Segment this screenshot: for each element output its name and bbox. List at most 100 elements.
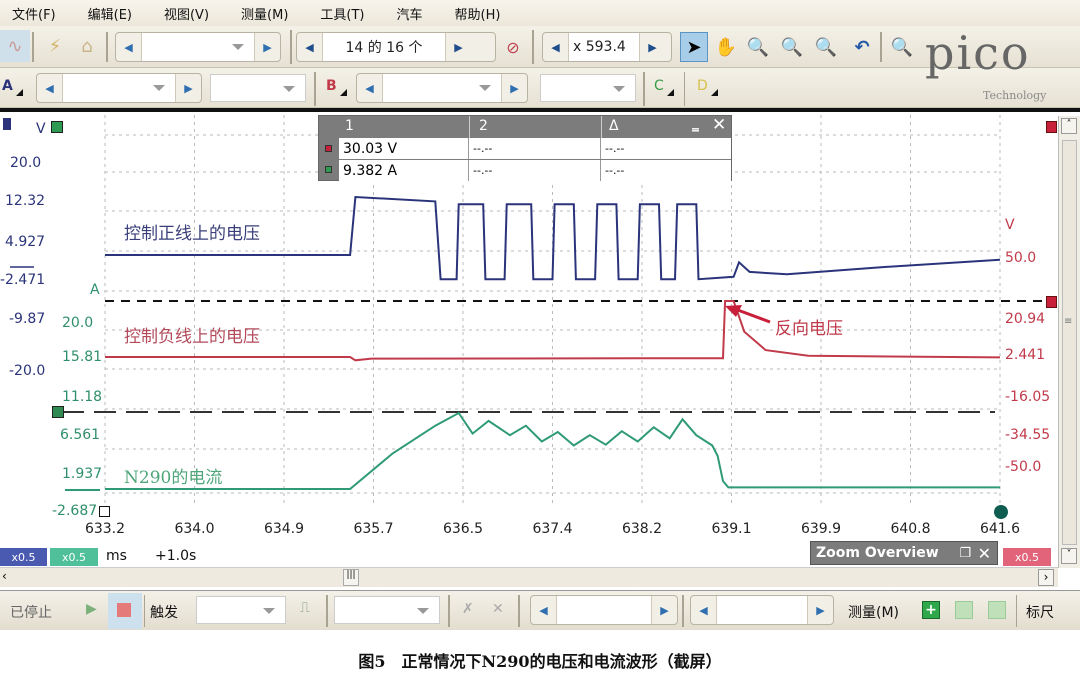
- channel-b-label: B: [326, 78, 337, 94]
- channel-b-range-prev[interactable]: ◀: [357, 74, 383, 102]
- channel-a-range-prev[interactable]: ◀: [37, 74, 63, 102]
- delay-field[interactable]: [717, 596, 807, 624]
- zoom-100-icon[interactable]: 🔍: [888, 32, 916, 62]
- current-trigger-handle[interactable]: [52, 406, 64, 418]
- channel-b-range-next[interactable]: ▶: [501, 74, 527, 102]
- hand-tool-icon[interactable]: ✋: [712, 32, 740, 62]
- timebase-select[interactable]: [142, 33, 254, 61]
- prev-timebase-button[interactable]: ◀: [116, 33, 142, 61]
- undo-zoom-icon[interactable]: ↶: [848, 32, 876, 62]
- zoom-window-icon[interactable]: 🔍: [744, 32, 772, 62]
- x-axis-tick: 639.1: [711, 521, 752, 537]
- measure-row-channel-b: 30.03 V --.-- --.--: [339, 138, 731, 159]
- menu-tools[interactable]: 工具(T): [320, 4, 364, 23]
- delete-measurement-icon[interactable]: [955, 601, 973, 619]
- menu-help[interactable]: 帮助(H): [455, 4, 501, 23]
- channel-a-button[interactable]: A: [2, 78, 23, 96]
- channel-d-button[interactable]: D: [697, 78, 718, 96]
- menu-edit[interactable]: 编辑(E): [88, 4, 132, 23]
- channel-a-coupling-select[interactable]: [210, 74, 306, 102]
- menu-measure[interactable]: 测量(M): [241, 4, 288, 23]
- start-icon[interactable]: ▶: [86, 601, 97, 617]
- left-axis-voltage-tick: 20.0: [10, 155, 42, 171]
- x-axis-tick: 641.6: [979, 521, 1021, 537]
- rising-edge-icon[interactable]: ✗: [462, 601, 474, 617]
- vertical-scrollbar[interactable]: ˄ ≡ ˅: [1058, 116, 1080, 568]
- menu-file[interactable]: 文件(F): [12, 4, 56, 23]
- right-axis-tick: 2.441: [1005, 347, 1046, 363]
- annotation-negative-voltage: 控制负线上的电压: [124, 327, 260, 347]
- right-axis-tick: 20.94: [1005, 311, 1046, 327]
- left-axis-voltage-tick: -9.87: [9, 311, 46, 327]
- delay-prev[interactable]: ◀: [691, 596, 717, 624]
- pre-trigger-next[interactable]: ▶: [651, 596, 677, 624]
- zoom-out-step-button[interactable]: ◀: [543, 33, 569, 61]
- voltage-trigger-handle[interactable]: [1046, 296, 1057, 308]
- left-axis-voltage-tick: 4.927: [5, 234, 46, 250]
- minimize-icon[interactable]: ‗: [692, 116, 699, 132]
- left-axis-voltage-tick: -2.471: [0, 272, 46, 288]
- stop-icon[interactable]: [117, 603, 131, 617]
- prev-capture-button[interactable]: ◀: [297, 33, 323, 61]
- pico-logo: pico: [925, 26, 1031, 80]
- bottom-toolbar: 已停止 ▶ 触发 ⎍ ✗ ✕ ◀ ▶ ◀ ▶ 测量(M) + 标尺: [0, 590, 1080, 630]
- channel-c-marker[interactable]: [51, 121, 63, 133]
- channel-b-range-select[interactable]: [383, 74, 501, 102]
- ruler-end-handle[interactable]: [994, 505, 1008, 519]
- scroll-left-icon[interactable]: ‹: [2, 569, 7, 583]
- right-axis-tick: -16.05: [1005, 389, 1051, 405]
- right-axis-unit: V: [1005, 217, 1015, 233]
- home-icon[interactable]: ⌂: [74, 32, 100, 60]
- scroll-thumb[interactable]: |||: [343, 569, 359, 586]
- channel-a-range-select[interactable]: [63, 74, 175, 102]
- horizontal-scrollbar[interactable]: ‹ ||| ›: [0, 567, 1058, 587]
- value-1: 9.382 A: [339, 160, 469, 181]
- channel-c-button[interactable]: C: [654, 78, 674, 96]
- falling-edge-icon[interactable]: ✕: [492, 601, 504, 617]
- next-capture-button[interactable]: ▶: [445, 33, 471, 61]
- menu-view[interactable]: 视图(V): [164, 4, 209, 23]
- zoom-in-icon[interactable]: 🔍: [778, 32, 806, 62]
- channel-a-range-next[interactable]: ▶: [175, 74, 201, 102]
- x-offset: +1.0s: [155, 548, 197, 564]
- vertical-scroll-thumb[interactable]: [1062, 140, 1077, 545]
- channel-a-zoom-badge[interactable]: x0.5: [0, 548, 47, 566]
- channel-b-coupling-select[interactable]: [540, 74, 636, 102]
- col-header-2: 2: [479, 118, 488, 134]
- compass-icon[interactable]: ⊘: [500, 34, 526, 60]
- scroll-up-icon[interactable]: ˄: [1061, 118, 1077, 134]
- pointer-tool-icon[interactable]: ➤: [680, 32, 708, 62]
- scroll-right-icon[interactable]: ›: [1038, 569, 1054, 586]
- channel-c-zoom-badge[interactable]: x0.5: [50, 548, 98, 566]
- close-icon[interactable]: ✕: [712, 115, 726, 135]
- ruler-measurement-panel[interactable]: 1 2 Δ ‗ ✕ 30.03 V --.-- --.-- 9.382 A --…: [318, 115, 732, 181]
- ruler-label: 标尺: [1026, 605, 1054, 621]
- channel-a-marker[interactable]: [3, 118, 11, 130]
- delay-next[interactable]: ▶: [807, 596, 833, 624]
- zoom-in-step-button[interactable]: ▶: [639, 33, 665, 61]
- trigger-source-select[interactable]: [334, 596, 440, 624]
- ruler-start-handle[interactable]: [99, 506, 110, 517]
- zoom-overview-panel[interactable]: Zoom Overview ❐ ✕: [810, 541, 998, 565]
- scope-mode-icon[interactable]: ∿: [0, 30, 30, 62]
- pre-trigger-field[interactable]: [557, 596, 651, 624]
- next-timebase-button[interactable]: ▶: [254, 33, 280, 61]
- edit-measurement-icon[interactable]: [988, 601, 1006, 619]
- value-delta: --.--: [605, 142, 625, 155]
- channel-b-button[interactable]: B: [326, 78, 347, 96]
- menu-auto[interactable]: 汽车: [397, 4, 423, 23]
- col-header-delta: Δ: [609, 118, 619, 134]
- zoom-out-icon[interactable]: 🔍: [812, 32, 840, 62]
- close-icon[interactable]: ✕: [978, 544, 991, 563]
- trigger-mode-select[interactable]: [196, 596, 286, 624]
- x-axis-tick: 634.0: [174, 521, 215, 537]
- scroll-down-icon[interactable]: ˅: [1061, 548, 1077, 564]
- add-measurement-icon[interactable]: +: [922, 601, 940, 619]
- pre-trigger-prev[interactable]: ◀: [531, 596, 557, 624]
- zoom-factor: x 593.4: [569, 33, 639, 61]
- trigger-edge-icon[interactable]: ⎍: [300, 600, 310, 616]
- channel-b-top-marker[interactable]: [1046, 121, 1057, 133]
- restore-icon[interactable]: ❐: [959, 546, 971, 561]
- channel-b-zoom-badge[interactable]: x0.5: [1003, 548, 1051, 566]
- auto-setup-icon[interactable]: ⚡: [42, 32, 68, 60]
